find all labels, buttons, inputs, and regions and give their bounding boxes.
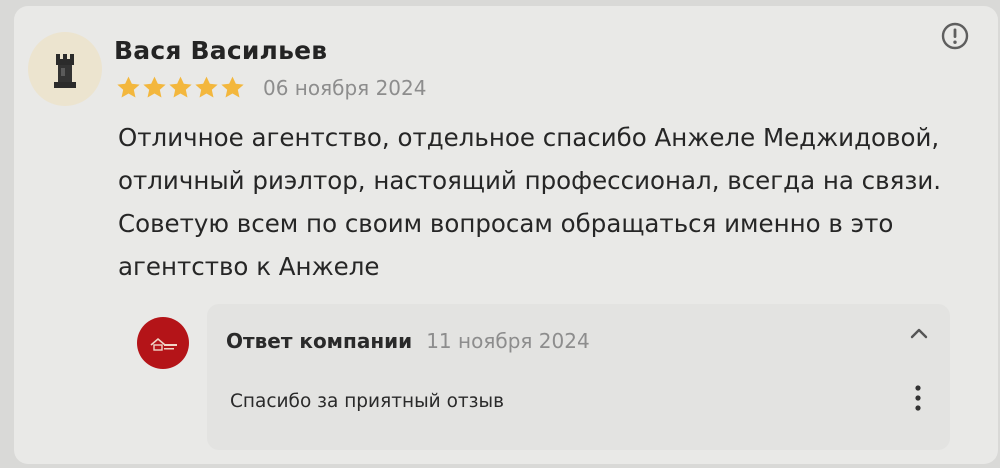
- reply-title: Ответ компании: [226, 329, 413, 353]
- star-icon: [169, 76, 192, 97]
- review-text-line: Советую всем по своим вопросам обращатьс…: [118, 209, 894, 238]
- review-author-name[interactable]: Вася Васильев: [114, 36, 327, 65]
- more-vertical-icon[interactable]: [910, 382, 926, 414]
- review-text-line: агентство к Анжеле: [118, 252, 380, 281]
- chess-rook-icon: [54, 54, 76, 88]
- chevron-up-icon[interactable]: [907, 324, 931, 344]
- review-card: Вася Васильев 06 ноября 2024 Отличное аг…: [14, 6, 998, 464]
- reply-date: 11 ноября 2024: [426, 329, 590, 353]
- review-text-line: отличный риэлтор, настоящий профессионал…: [118, 166, 942, 195]
- user-avatar[interactable]: [28, 32, 102, 106]
- review-date: 06 ноября 2024: [263, 76, 427, 100]
- star-icon: [195, 76, 218, 97]
- star-icon: [143, 76, 166, 97]
- review-text-line: Отличное агентство, отдельное спасибо Ан…: [118, 123, 940, 152]
- star-rating: [116, 74, 246, 100]
- company-logo[interactable]: [137, 317, 189, 369]
- house-logo-icon: [150, 337, 177, 351]
- reply-header: Ответ компании 11 ноября 2024: [226, 329, 590, 353]
- star-icon: [221, 76, 244, 97]
- reply-text: Спасибо за приятный отзыв: [230, 391, 505, 412]
- star-icon: [117, 76, 140, 97]
- company-reply-box: [207, 304, 950, 450]
- review-text: Отличное агентство, отдельное спасибо Ан…: [118, 116, 978, 288]
- exclamation-circle-icon[interactable]: [940, 21, 970, 51]
